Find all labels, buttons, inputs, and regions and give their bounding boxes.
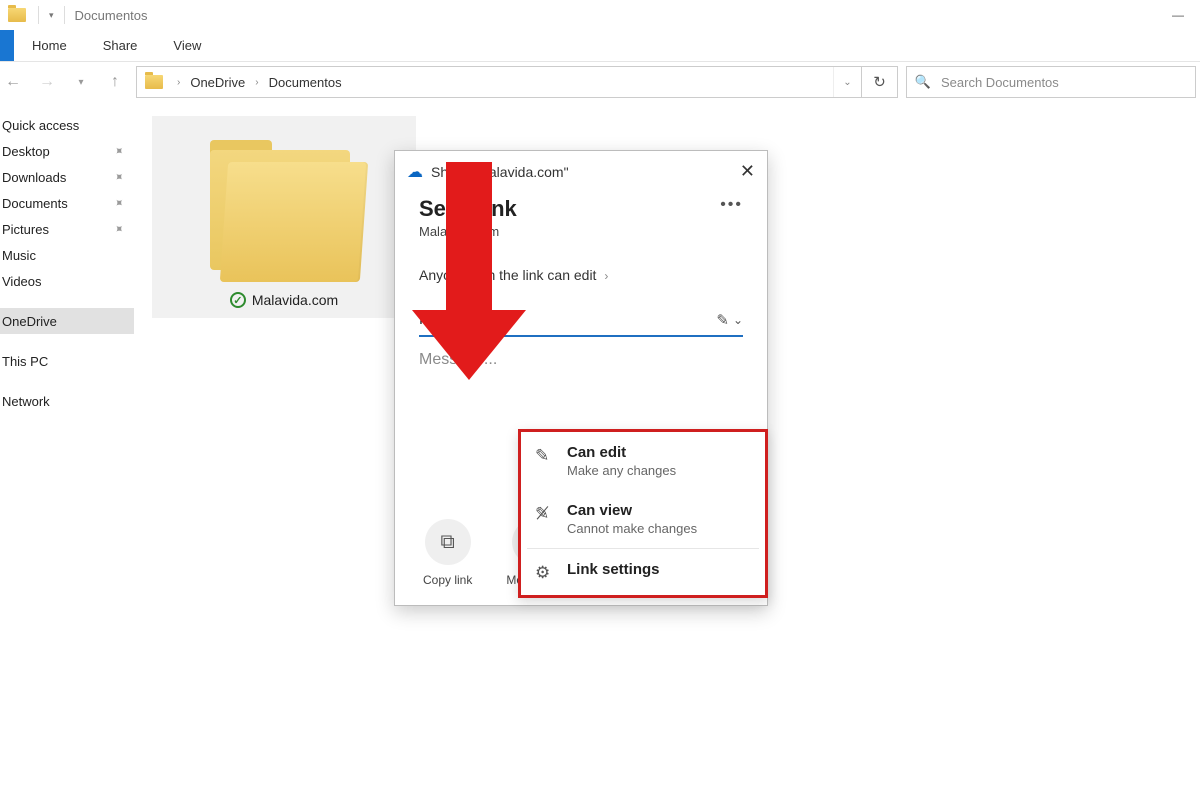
sidebar-item-label: Pictures	[2, 222, 49, 237]
recipient-value: Malavida	[419, 311, 716, 329]
option-title: Can edit	[567, 444, 676, 461]
tab-home[interactable]: Home	[14, 30, 85, 61]
nav-recent-dropdown[interactable]: ▾	[68, 68, 94, 96]
gear-icon: ⚙	[535, 563, 555, 583]
copy-link-button[interactable]: ⧉ Copy link	[423, 519, 472, 587]
pin-icon: ✦	[110, 168, 127, 185]
tab-view[interactable]: View	[155, 30, 219, 61]
breadcrumb-documentos[interactable]: Documentos	[265, 75, 346, 90]
search-box[interactable]: 🔍	[906, 66, 1196, 98]
sync-ok-icon: ✓	[230, 292, 246, 308]
separator	[64, 6, 65, 24]
nav-forward-button[interactable]: →	[34, 68, 60, 96]
file-tab[interactable]	[0, 30, 14, 61]
option-title: Can view	[567, 502, 697, 519]
sidebar-item-onedrive[interactable]: OneDrive	[0, 308, 134, 334]
sidebar-item-label: OneDrive	[2, 314, 57, 329]
link-icon: ⧉	[425, 519, 471, 565]
address-history-dropdown[interactable]: ⌄	[833, 67, 861, 97]
option-title: Link settings	[567, 561, 660, 578]
sidebar-item-label: Music	[2, 248, 36, 263]
sidebar-item-label: Videos	[2, 274, 42, 289]
folder-icon	[204, 132, 364, 282]
sidebar-item-quick-access[interactable]: Quick access	[0, 112, 134, 138]
separator	[38, 6, 39, 24]
sidebar-item-documents[interactable]: Documents ✦	[0, 190, 134, 216]
sidebar-item-this-pc[interactable]: This PC	[0, 348, 134, 374]
sidebar-item-downloads[interactable]: Downloads ✦	[0, 164, 134, 190]
option-subtitle: Cannot make changes	[567, 521, 697, 536]
folder-tile[interactable]: ✓ Malavida.com	[152, 116, 416, 318]
permission-option-link-settings[interactable]: ⚙ Link settings	[521, 549, 765, 595]
permission-dropdown-panel: ✎ Can edit Make any changes ✎̸ Can view …	[518, 429, 768, 598]
refresh-button[interactable]: ↻	[861, 67, 897, 97]
sidebar-item-network[interactable]: Network	[0, 388, 134, 414]
pencil-icon[interactable]: ✎	[716, 311, 729, 329]
address-row: ← → ▾ ↑ › OneDrive › Documentos ⌄ ↻ 🔍	[0, 62, 1200, 102]
message-input[interactable]: Message...	[419, 351, 743, 369]
pin-icon: ✦	[110, 142, 127, 159]
pin-icon: ✦	[110, 220, 127, 237]
ribbon-tabs: Home Share View	[0, 30, 1200, 62]
navigation-sidebar: Quick access Desktop ✦ Downloads ✦ Documen…	[0, 102, 134, 792]
chevron-right-icon[interactable]: ›	[249, 77, 264, 88]
link-permission-button[interactable]: Anyone with the link can edit ›	[419, 267, 743, 283]
pencil-icon: ✎	[535, 446, 555, 466]
recipient-input[interactable]: Malavida ✎ ⌄	[419, 311, 743, 337]
search-icon: 🔍	[907, 74, 939, 90]
pin-icon: ✦	[110, 194, 127, 211]
sidebar-item-label: Quick access	[2, 118, 79, 133]
address-bar[interactable]: › OneDrive › Documentos ⌄ ↻	[136, 66, 898, 98]
qat-dropdown-icon[interactable]: ▾	[49, 10, 54, 21]
breadcrumb-onedrive[interactable]: OneDrive	[186, 75, 249, 90]
window-title: Documentos	[75, 8, 148, 23]
onedrive-cloud-icon: ☁	[407, 162, 423, 182]
more-options-button[interactable]: •••	[720, 196, 743, 214]
dialog-title: Send link	[419, 196, 517, 222]
pencil-slash-icon: ✎̸	[535, 504, 555, 524]
folder-icon	[145, 75, 163, 89]
link-permission-label: Anyone with the link can edit	[419, 267, 596, 283]
sidebar-item-label: This PC	[2, 354, 48, 369]
dialog-header: Share "Malavida.com"	[431, 164, 569, 180]
chevron-right-icon[interactable]: ›	[171, 77, 186, 88]
minimize-button[interactable]: —	[1156, 0, 1200, 30]
copy-link-label: Copy link	[423, 573, 472, 587]
folder-caption-label: Malavida.com	[252, 292, 338, 308]
sidebar-item-videos[interactable]: Videos	[0, 268, 134, 294]
sidebar-item-desktop[interactable]: Desktop ✦	[0, 138, 134, 164]
dialog-subtitle: Malavida.com	[419, 224, 517, 239]
sidebar-item-label: Network	[2, 394, 50, 409]
sidebar-item-label: Downloads	[2, 170, 66, 185]
permission-dropdown-button[interactable]: ⌄	[733, 313, 743, 327]
nav-up-button[interactable]: ↑	[102, 68, 128, 96]
sidebar-item-music[interactable]: Music	[0, 242, 134, 268]
permission-option-can-edit[interactable]: ✎ Can edit Make any changes	[521, 432, 765, 490]
sidebar-item-label: Documents	[2, 196, 68, 211]
permission-option-can-view[interactable]: ✎̸ Can view Cannot make changes	[521, 490, 765, 548]
content-pane: ✓ Malavida.com ☁ Share "Malavida.com" ✕ …	[134, 102, 1200, 792]
sidebar-item-label: Desktop	[2, 144, 50, 159]
option-subtitle: Make any changes	[567, 463, 676, 478]
tab-share[interactable]: Share	[85, 30, 156, 61]
close-button[interactable]: ✕	[740, 161, 755, 182]
window-titlebar: ▾ Documentos —	[0, 0, 1200, 30]
folder-icon	[8, 8, 26, 22]
nav-back-button[interactable]: ←	[0, 68, 26, 96]
search-input[interactable]	[939, 74, 1195, 91]
chevron-right-icon: ›	[604, 269, 608, 283]
folder-caption: ✓ Malavida.com	[230, 292, 338, 308]
sidebar-item-pictures[interactable]: Pictures ✦	[0, 216, 134, 242]
